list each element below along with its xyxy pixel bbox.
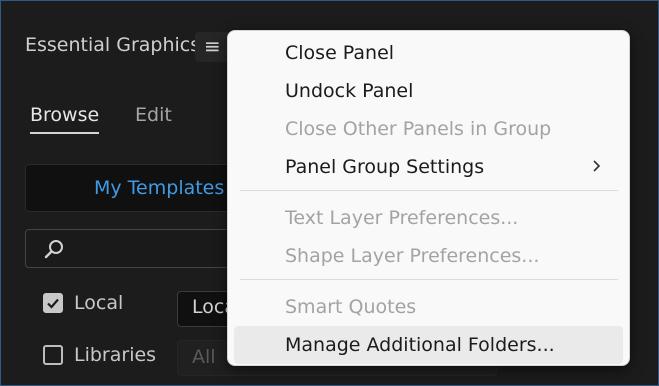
menu-item-label: Panel Group Settings bbox=[285, 156, 485, 178]
menu-item-shape-layer-preferences[interactable]: Shape Layer Preferences... bbox=[234, 237, 623, 275]
menu-item-label: Close Other Panels in Group bbox=[285, 118, 552, 140]
tab-edit[interactable]: Edit bbox=[135, 104, 172, 126]
hamburger-menu-icon[interactable]: ≡ bbox=[195, 32, 231, 62]
menu-item-close-panel[interactable]: Close Panel bbox=[234, 34, 623, 72]
libraries-label: Libraries bbox=[74, 344, 157, 366]
checkmark-icon bbox=[47, 298, 59, 309]
menu-item-panel-group-settings[interactable]: Panel Group Settings bbox=[234, 148, 623, 186]
panel-context-menu: Close Panel Undock Panel Close Other Pan… bbox=[227, 30, 630, 366]
active-tab-indicator bbox=[30, 132, 99, 134]
menu-item-manage-additional-folders[interactable]: Manage Additional Folders... bbox=[234, 326, 623, 364]
menu-item-label: Smart Quotes bbox=[285, 296, 417, 318]
menu-item-label: Manage Additional Folders... bbox=[285, 334, 555, 356]
menu-divider bbox=[240, 279, 618, 280]
panel-title: Essential Graphics bbox=[25, 34, 201, 56]
libraries-checkbox[interactable] bbox=[43, 345, 63, 365]
menu-divider bbox=[240, 190, 618, 191]
menu-item-text-layer-preferences[interactable]: Text Layer Preferences... bbox=[234, 199, 623, 237]
menu-item-close-other-panels[interactable]: Close Other Panels in Group bbox=[234, 110, 623, 148]
menu-item-label: Undock Panel bbox=[285, 80, 414, 102]
search-icon bbox=[44, 240, 63, 259]
chevron-right-icon bbox=[593, 160, 601, 172]
my-templates-label: My Templates bbox=[94, 177, 225, 199]
local-label: Local bbox=[74, 292, 124, 314]
tab-browse[interactable]: Browse bbox=[30, 104, 99, 126]
menu-item-label: Shape Layer Preferences... bbox=[285, 245, 540, 267]
local-checkbox[interactable] bbox=[43, 293, 63, 313]
menu-item-undock-panel[interactable]: Undock Panel bbox=[234, 72, 623, 110]
menu-item-smart-quotes[interactable]: Smart Quotes bbox=[234, 288, 623, 326]
menu-item-label: Close Panel bbox=[285, 42, 395, 64]
menu-item-label: Text Layer Preferences... bbox=[285, 207, 519, 229]
